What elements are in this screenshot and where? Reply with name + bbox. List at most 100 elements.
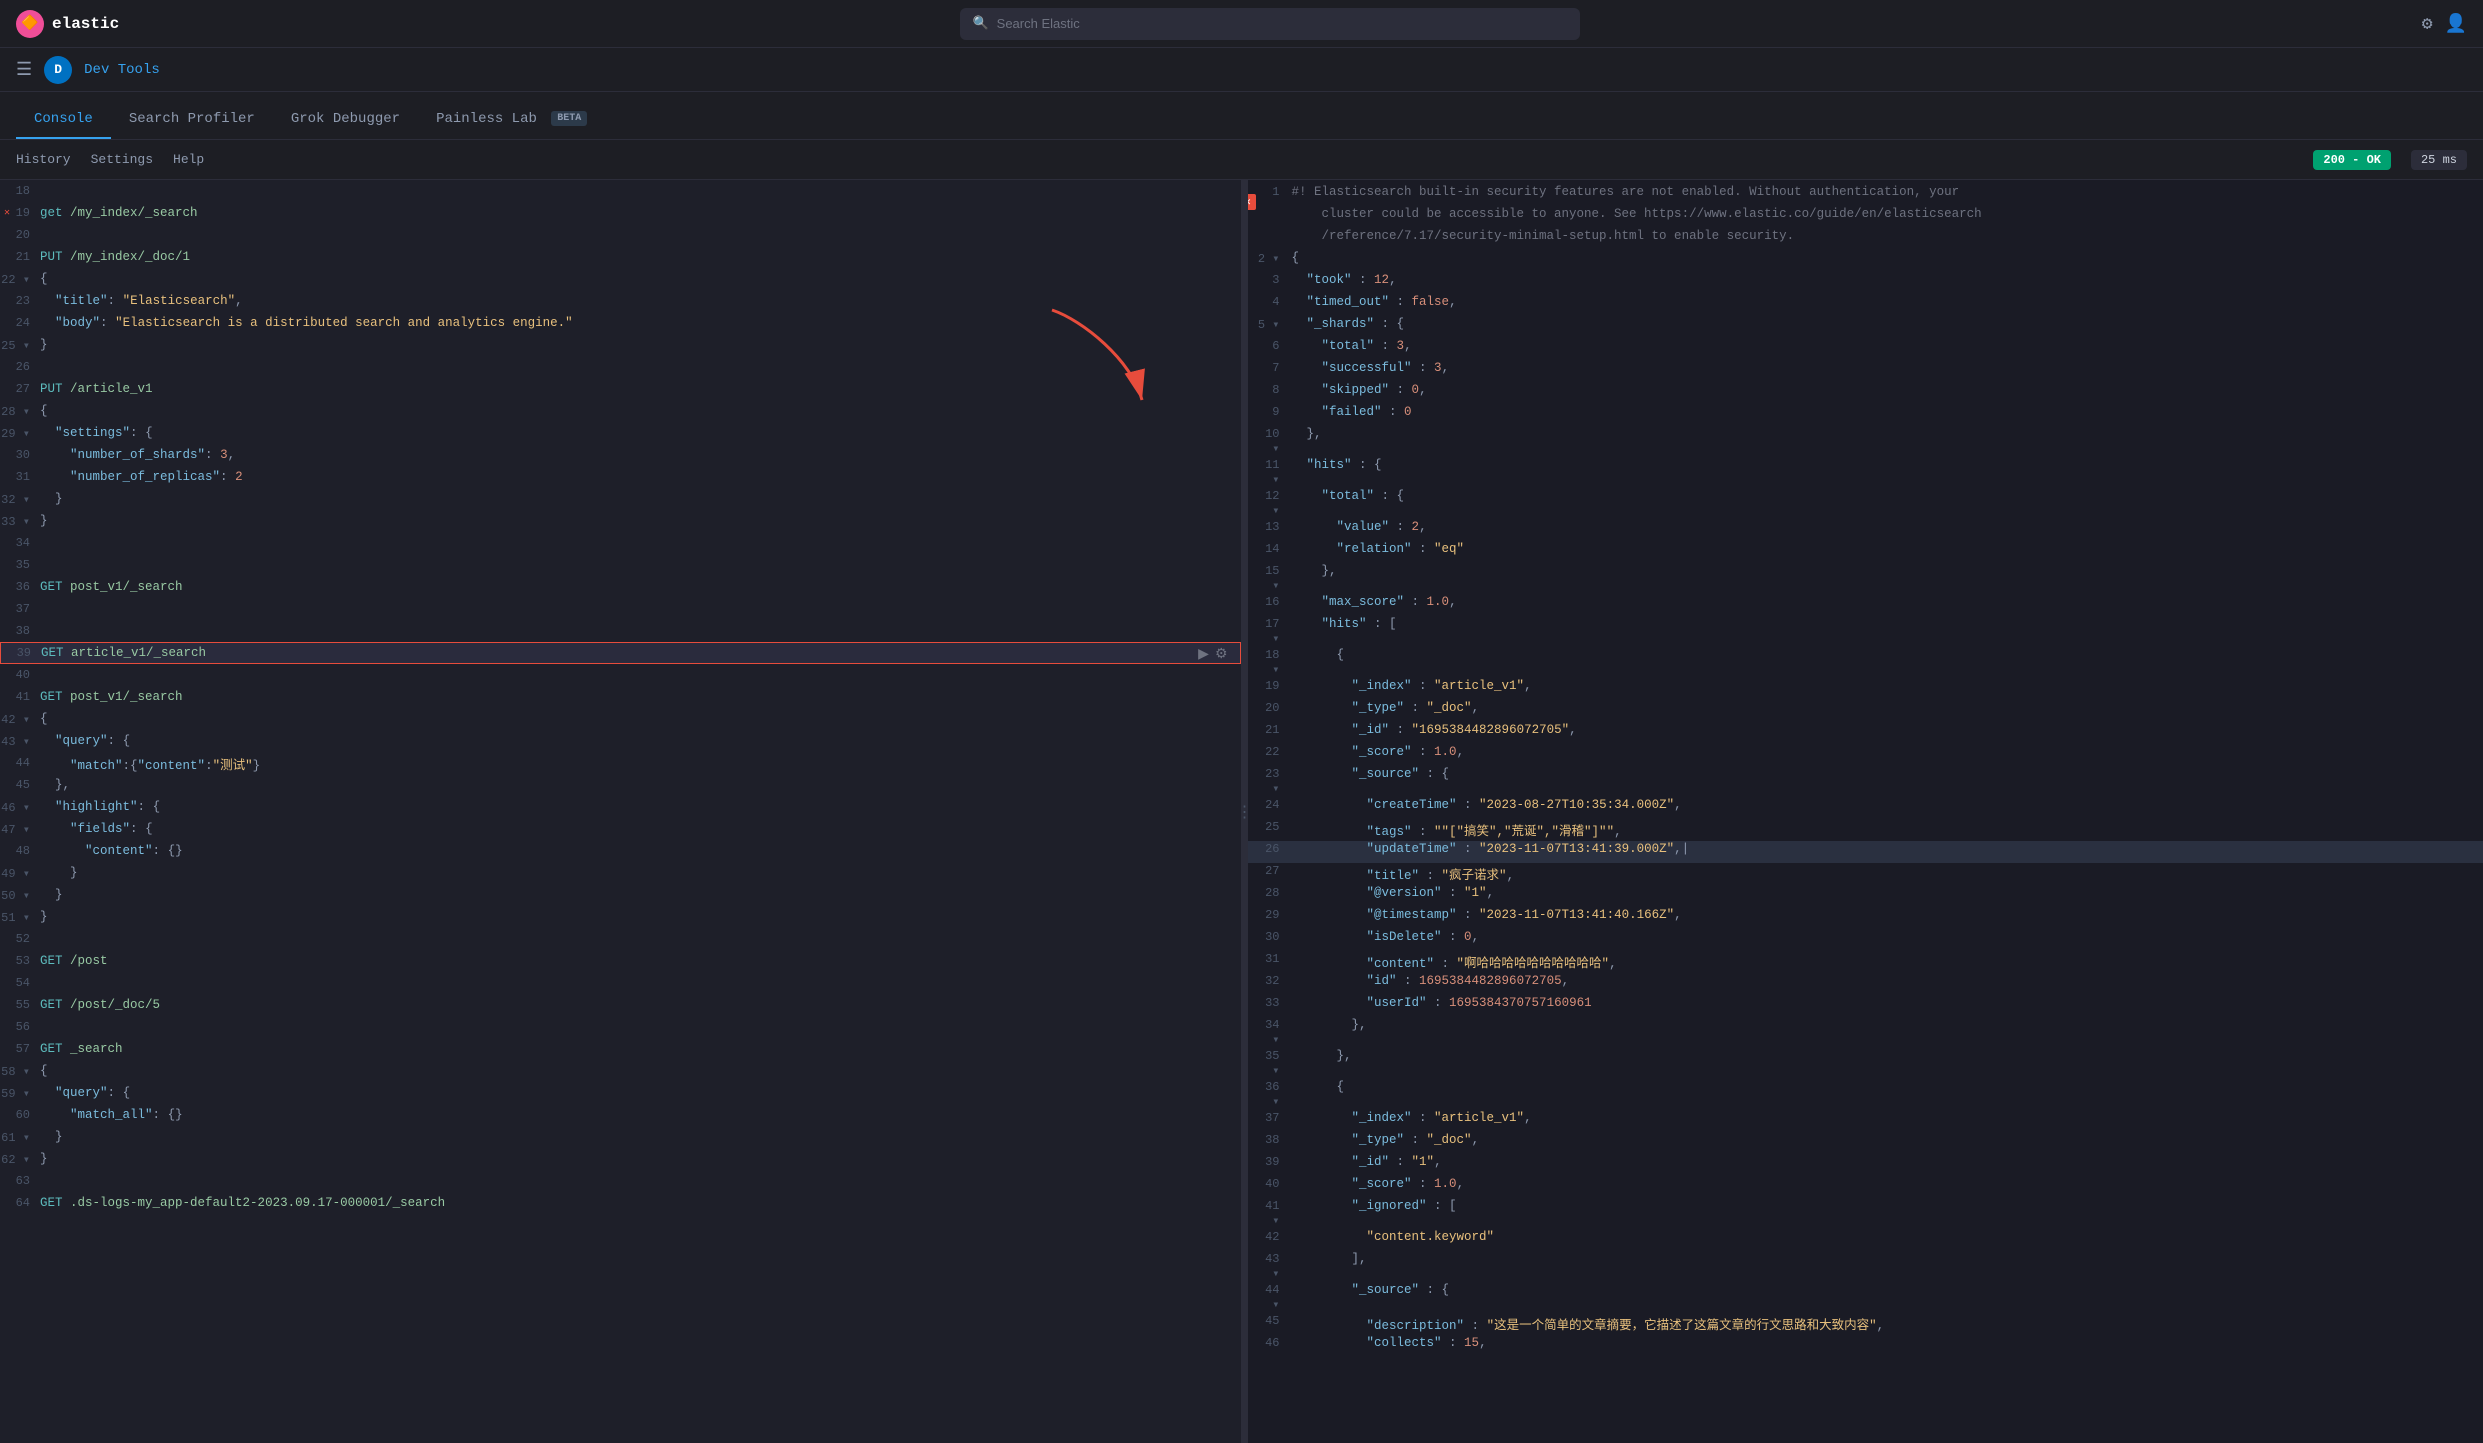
user-icon[interactable]: 👤: [2445, 13, 2467, 35]
resp-code-43: ],: [1292, 1252, 2476, 1281]
editor-line-31: 31 "number_of_replicas": 2: [0, 466, 1241, 488]
line-num-42: 42 ▾: [0, 712, 40, 727]
resp-line-41: 41 ▾ "_ignored" : [: [1248, 1198, 2483, 1229]
line-num-50: 50 ▾: [0, 888, 40, 903]
line-num-28: 28 ▾: [0, 404, 40, 419]
resp-linenum-31: 31: [1256, 952, 1292, 972]
elastic-logo[interactable]: 🔶 elastic: [16, 10, 119, 38]
resp-line-22: 22 "_score" : 1.0,: [1248, 744, 2483, 766]
line-num-55: 55: [0, 998, 40, 1012]
line-code-58: {: [40, 1064, 1233, 1078]
response-content[interactable]: 1 #! Elasticsearch built-in security fea…: [1248, 180, 2483, 1443]
resp-linenum-9: 9: [1256, 405, 1292, 425]
resp-code-22: "_score" : 1.0,: [1292, 745, 2476, 765]
resp-linenum-17: 17 ▾: [1256, 617, 1292, 646]
line-code-41: GET post_v1/_search: [40, 690, 1233, 704]
editor-panel[interactable]: 18 ✕ 19 get /my_index/_search 20 21 PUT …: [0, 180, 1242, 1443]
line-code-51: }: [40, 910, 1233, 924]
resp-code-40: "_score" : 1.0,: [1292, 1177, 2476, 1197]
line-num-40: 40: [0, 668, 40, 682]
resp-linenum-39: 39: [1256, 1155, 1292, 1175]
tab-search-profiler[interactable]: Search Profiler: [111, 101, 273, 139]
resp-code-19: "_index" : "article_v1",: [1292, 679, 2476, 699]
line-code-50: }: [40, 888, 1233, 902]
resp-code-29: "@timestamp" : "2023-11-07T13:41:40.166Z…: [1292, 908, 2476, 928]
resp-code-17: "hits" : [: [1292, 617, 2476, 646]
resp-line-34: 34 ▾ },: [1248, 1017, 2483, 1048]
resp-line-1: 1 #! Elasticsearch built-in security fea…: [1248, 184, 2483, 206]
resp-code-27: "title" : "疯子诺求",: [1292, 864, 2476, 884]
resp-linenum-5: 5 ▾: [1256, 317, 1292, 337]
resp-linenum-1b: [1256, 207, 1292, 227]
resp-line-40: 40 "_score" : 1.0,: [1248, 1176, 2483, 1198]
editor-line-56: 56: [0, 1016, 1241, 1038]
hamburger-menu-icon[interactable]: ☰: [16, 59, 32, 81]
line-num-51: 51 ▾: [0, 910, 40, 925]
global-search-bar[interactable]: 🔍 Search Elastic: [960, 8, 1580, 40]
tab-grok-debugger[interactable]: Grok Debugger: [273, 101, 418, 139]
editor-line-43: 43 ▾ "query": {: [0, 730, 1241, 752]
editor-line-36: 36 GET post_v1/_search: [0, 576, 1241, 598]
top-bar-right: ⚙ 👤: [2422, 13, 2467, 35]
resp-line-17: 17 ▾ "hits" : [: [1248, 616, 2483, 647]
tab-painless-lab[interactable]: Painless Lab BETA: [418, 101, 605, 139]
close-response-icon[interactable]: ✕: [1248, 194, 1256, 210]
line-num-25: 25 ▾: [0, 338, 40, 353]
resp-code-4: "timed_out" : false,: [1292, 295, 2476, 315]
editor-line-20: 20: [0, 224, 1241, 246]
editor-line-40: 40: [0, 664, 1241, 686]
tab-console[interactable]: Console: [16, 101, 111, 139]
editor-line-46: 46 ▾ "highlight": {: [0, 796, 1241, 818]
resp-code-18: {: [1292, 648, 2476, 677]
breadcrumb-devtools[interactable]: Dev Tools: [84, 62, 160, 78]
resp-linenum-1c: [1256, 229, 1292, 249]
response-time-badge: 25 ms: [2411, 150, 2467, 170]
copy-button[interactable]: ⚙: [1215, 645, 1228, 662]
resp-linenum-1: 1: [1256, 185, 1292, 205]
line-num-57: 57: [0, 1042, 40, 1056]
resp-linenum-28: 28: [1256, 886, 1292, 906]
toolbar-settings[interactable]: Settings: [91, 152, 153, 167]
resp-linenum-16: 16: [1256, 595, 1292, 615]
resp-line-46: 46 "collects" : 15,: [1248, 1335, 2483, 1357]
settings-icon[interactable]: ⚙: [2422, 13, 2433, 35]
line-num-53: 53: [0, 954, 40, 968]
resp-code-3: "took" : 12,: [1292, 273, 2476, 293]
resp-line-38: 38 "_type" : "_doc",: [1248, 1132, 2483, 1154]
resp-line-6: 6 "total" : 3,: [1248, 338, 2483, 360]
editor-line-58: 58 ▾ {: [0, 1060, 1241, 1082]
editor-line-61: 61 ▾ }: [0, 1126, 1241, 1148]
line-num-38: 38: [0, 624, 40, 638]
line-num-30: 30: [0, 448, 40, 462]
elastic-logo-text: elastic: [52, 15, 119, 33]
resp-code-46: "collects" : 15,: [1292, 1336, 2476, 1356]
resp-linenum-2: 2 ▾: [1256, 251, 1292, 271]
resp-linenum-40: 40: [1256, 1177, 1292, 1197]
toolbar-history[interactable]: History: [16, 152, 71, 167]
editor-content[interactable]: 18 ✕ 19 get /my_index/_search 20 21 PUT …: [0, 180, 1241, 1443]
resp-line-21: 21 "_id" : "1695384482896072705",: [1248, 722, 2483, 744]
line-num-29: 29 ▾: [0, 426, 40, 441]
line-num-18: 18: [0, 184, 40, 198]
resp-line-7: 7 "successful" : 3,: [1248, 360, 2483, 382]
resp-code-44: "_source" : {: [1292, 1283, 2476, 1312]
resp-linenum-20: 20: [1256, 701, 1292, 721]
line-code-28: {: [40, 404, 1233, 418]
run-button[interactable]: ▶: [1198, 645, 1209, 662]
resp-code-42: "content.keyword": [1292, 1230, 2476, 1250]
resp-line-20: 20 "_type" : "_doc",: [1248, 700, 2483, 722]
resp-linenum-42: 42: [1256, 1230, 1292, 1250]
line-code-23: "title": "Elasticsearch",: [40, 294, 1233, 308]
main-content: 18 ✕ 19 get /my_index/_search 20 21 PUT …: [0, 180, 2483, 1443]
line-code-30: "number_of_shards": 3,: [40, 448, 1233, 462]
line-code-32: }: [40, 492, 1233, 506]
editor-line-47: 47 ▾ "fields": {: [0, 818, 1241, 840]
editor-line-27: 27 PUT /article_v1: [0, 378, 1241, 400]
editor-line-33: 33 ▾ }: [0, 510, 1241, 532]
toolbar-help[interactable]: Help: [173, 152, 204, 167]
resp-line-25: 25 "tags" : ""["搞笑","荒诞","滑稽"]"",: [1248, 819, 2483, 841]
editor-line-39[interactable]: 39 GET article_v1/_search ▶ ⚙: [0, 642, 1241, 664]
editor-line-26: 26: [0, 356, 1241, 378]
resp-line-9: 9 "failed" : 0: [1248, 404, 2483, 426]
console-toolbar: History Settings Help 200 - OK 25 ms: [0, 140, 2483, 180]
